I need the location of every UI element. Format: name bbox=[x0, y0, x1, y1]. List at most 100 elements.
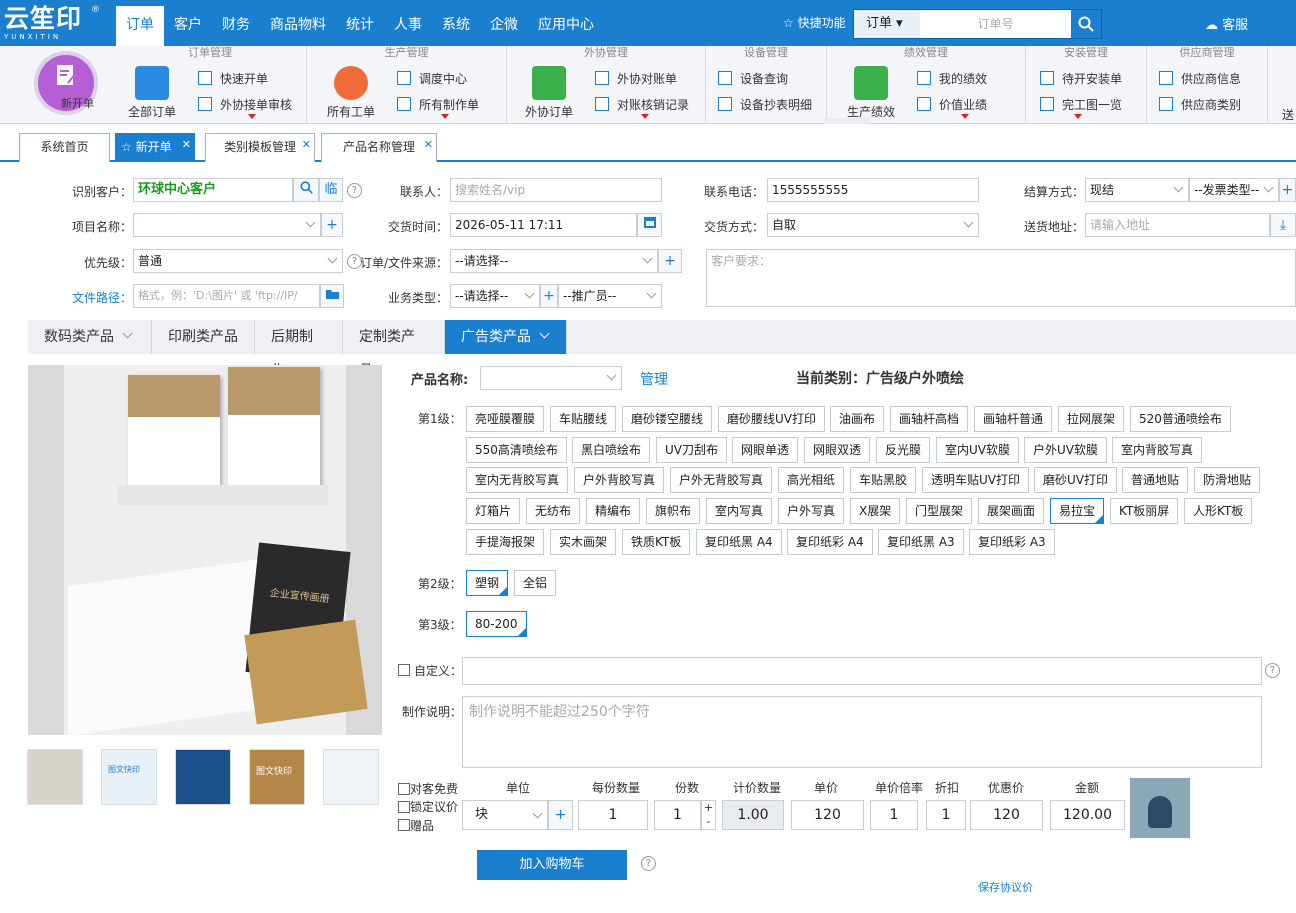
search-button[interactable] bbox=[1071, 10, 1101, 38]
option-level1[interactable]: 室内背胶写真 bbox=[1112, 437, 1203, 463]
add-source-button[interactable]: + bbox=[658, 249, 682, 273]
value-performance-item[interactable]: 价值业绩 bbox=[917, 96, 987, 113]
reconcile-record-item[interactable]: 对账核销记录 bbox=[595, 96, 689, 113]
phone-input[interactable]: 1555555555 bbox=[767, 178, 979, 202]
option-level1[interactable]: 复印纸彩 A3 bbox=[969, 529, 1055, 555]
option-level1[interactable]: 铁质KT板 bbox=[622, 529, 691, 555]
option-level1[interactable]: 车贴腰线 bbox=[550, 406, 617, 432]
customer-field[interactable]: 环球中心客户 bbox=[133, 178, 293, 202]
increment-icon[interactable]: + bbox=[702, 801, 715, 815]
dropdown-caret-icon[interactable] bbox=[961, 114, 969, 119]
custom-input[interactable] bbox=[462, 657, 1262, 685]
add-project-button[interactable]: + bbox=[321, 213, 343, 237]
nav-item-4[interactable]: 统计 bbox=[336, 6, 384, 46]
decrement-icon[interactable]: - bbox=[702, 815, 715, 829]
outsource-orders-button[interactable]: 外协订单 bbox=[521, 66, 577, 120]
dropdown-caret-icon[interactable] bbox=[441, 114, 449, 119]
nav-item-5[interactable]: 人事 bbox=[384, 6, 432, 46]
pending-install-item[interactable]: 待开安装单 bbox=[1040, 70, 1122, 87]
help-icon[interactable]: ? bbox=[1265, 663, 1280, 678]
search-type-select[interactable]: 订单 ▾ bbox=[854, 10, 920, 38]
option-level1[interactable]: 户外写真 bbox=[778, 498, 845, 524]
option-level1[interactable]: 复印纸黑 A3 bbox=[878, 529, 964, 555]
thumbnail[interactable]: 图文快印 bbox=[101, 749, 157, 805]
add-invoice-button[interactable]: + bbox=[1279, 178, 1296, 202]
option-level1[interactable]: 磨砂镂空腰线 bbox=[622, 406, 713, 432]
completed-photos-item[interactable]: 完工图一览 bbox=[1040, 96, 1122, 113]
option-level1[interactable]: 人形KT板 bbox=[1184, 498, 1253, 524]
help-icon[interactable]: ? bbox=[641, 856, 656, 871]
option-level1[interactable]: 展架画面 bbox=[978, 498, 1045, 524]
option-level1[interactable]: 室内写真 bbox=[706, 498, 773, 524]
file-path-input[interactable]: 格式，例：'D:\图片' 或 'ftp://IP/ bbox=[133, 284, 320, 308]
option-level1[interactable]: 透明车贴UV打印 bbox=[922, 467, 1029, 493]
nav-item-1[interactable]: 客户 bbox=[164, 6, 212, 46]
customer-requirements-textarea[interactable]: 客户要求： bbox=[706, 249, 1296, 307]
supplier-category-item[interactable]: 供应商类别 bbox=[1159, 96, 1241, 113]
tab-ad-products[interactable]: 广告类产品 bbox=[445, 320, 567, 354]
ribbon-overflow-item[interactable]: 送 bbox=[1282, 106, 1296, 123]
delivery-mode-select[interactable]: 自取 bbox=[767, 213, 979, 237]
option-level3[interactable]: 80-200 bbox=[466, 611, 527, 637]
option-level1[interactable]: 户外背胶写真 bbox=[574, 467, 665, 493]
option-level1[interactable]: 防滑地贴 bbox=[1194, 467, 1261, 493]
all-workorders-button[interactable]: 所有工单 bbox=[323, 66, 379, 120]
copies-stepper[interactable]: + - bbox=[701, 800, 716, 830]
quick-order-item[interactable]: 快速开单 bbox=[198, 70, 268, 87]
close-icon[interactable]: ✕ bbox=[302, 131, 311, 158]
option-level1[interactable]: 黑白喷绘布 bbox=[572, 437, 651, 463]
option-level1[interactable]: 旗帜布 bbox=[646, 498, 701, 524]
outsource-review-item[interactable]: 外协接单审核 bbox=[198, 96, 292, 113]
discount-input[interactable]: 1 bbox=[926, 800, 966, 830]
dispatch-center-item[interactable]: 调度中心 bbox=[397, 70, 467, 87]
option-level1[interactable]: 油画布 bbox=[830, 406, 885, 432]
nav-item-0[interactable]: 订单 bbox=[116, 6, 164, 46]
nav-item-8[interactable]: 应用中心 bbox=[528, 6, 604, 46]
tab-product-names[interactable]: 产品名称管理 ✕ bbox=[321, 133, 437, 162]
close-icon[interactable]: ✕ bbox=[182, 131, 191, 158]
lock-price-checkbox[interactable] bbox=[398, 801, 410, 813]
all-orders-button[interactable]: 全部订单 bbox=[124, 66, 180, 120]
production-performance-button[interactable]: 生产绩效 bbox=[841, 66, 901, 120]
option-level1[interactable]: 画轴杆高档 bbox=[890, 406, 969, 432]
nav-item-7[interactable]: 企微 bbox=[480, 6, 528, 46]
amount-field[interactable]: 120.00 bbox=[1050, 800, 1125, 830]
dropdown-caret-icon[interactable] bbox=[248, 114, 256, 119]
open-folder-button[interactable] bbox=[320, 284, 344, 308]
invoice-select[interactable]: --发票类型-- bbox=[1189, 178, 1279, 202]
contact-input[interactable]: 搜索姓名/vip bbox=[450, 178, 662, 202]
product-name-select[interactable] bbox=[480, 366, 622, 390]
dropdown-caret-icon[interactable] bbox=[1074, 114, 1082, 119]
option-level1[interactable]: 精编布 bbox=[586, 498, 641, 524]
save-agreement-price-link[interactable]: 保存协议价 bbox=[978, 879, 1033, 895]
option-level2[interactable]: 全铝 bbox=[514, 570, 557, 596]
customer-search-button[interactable] bbox=[293, 178, 319, 202]
add-unit-button[interactable]: + bbox=[548, 800, 573, 830]
option-level1[interactable]: 灯箱片 bbox=[466, 498, 521, 524]
option-level1[interactable]: 画轴杆普通 bbox=[974, 406, 1053, 432]
equipment-query-item[interactable]: 设备查询 bbox=[718, 70, 788, 87]
option-level1[interactable]: KT板丽屏 bbox=[1110, 498, 1179, 524]
quick-functions[interactable]: ☆ 快捷功能 bbox=[783, 14, 846, 31]
option-level1[interactable]: 网眼双透 bbox=[804, 437, 871, 463]
copies-input[interactable]: 1 bbox=[654, 800, 701, 830]
thumbnail[interactable]: 图文快印 bbox=[249, 749, 305, 805]
customer-service[interactable]: ☁ 客服 bbox=[1205, 14, 1248, 33]
source-select[interactable]: --请选择-- bbox=[450, 249, 658, 273]
option-level1[interactable]: 门型展架 bbox=[906, 498, 973, 524]
all-production-item[interactable]: 所有制作单 bbox=[397, 96, 479, 113]
thumbnail[interactable] bbox=[175, 749, 231, 805]
option-level1[interactable]: 520普通喷绘布 bbox=[1130, 406, 1231, 432]
production-note-textarea[interactable]: 制作说明不能超过250个字符 bbox=[462, 696, 1262, 768]
custom-checkbox[interactable] bbox=[398, 664, 410, 676]
address-input[interactable]: 请输入地址 bbox=[1085, 213, 1270, 237]
option-level1[interactable]: 实木画架 bbox=[550, 529, 617, 555]
tab-new-order[interactable]: ☆ 新开单 ✕ bbox=[115, 133, 195, 162]
option-level1[interactable]: 易拉宝 bbox=[1050, 498, 1105, 524]
gift-checkbox[interactable] bbox=[398, 819, 410, 831]
promoter-select[interactable]: --推广员-- bbox=[558, 284, 662, 308]
option-level1[interactable]: 复印纸彩 A4 bbox=[787, 529, 873, 555]
option-level1[interactable]: 室内无背胶写真 bbox=[466, 467, 569, 493]
option-level1[interactable]: 室内UV软膜 bbox=[936, 437, 1019, 463]
add-biz-type-button[interactable]: + bbox=[540, 284, 558, 308]
